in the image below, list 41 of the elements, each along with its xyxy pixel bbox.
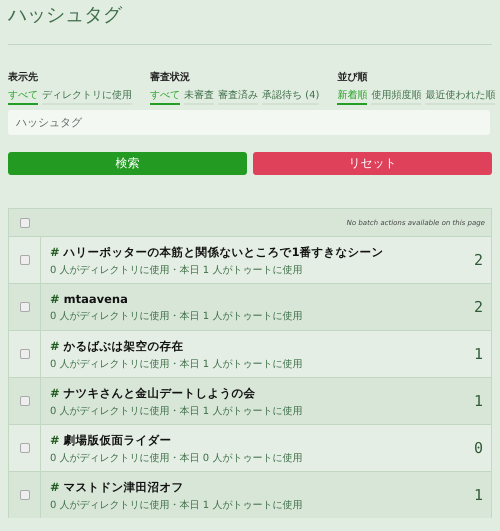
filter-link[interactable]: 未審査: [184, 88, 214, 105]
filter-link[interactable]: 使用頻度順: [371, 88, 422, 105]
hashtag-name[interactable]: # ハリーポッターの本筋と関係ないところで1番すきなシーン: [50, 245, 458, 260]
hashtag-name[interactable]: # 劇場版仮面ライダー: [50, 433, 458, 448]
usage-stats: 0 人がディレクトリに使用・本日 1 人がトゥートに使用: [50, 264, 304, 277]
filter-label: 並び順: [337, 70, 368, 84]
row-checkbox[interactable]: [20, 396, 30, 406]
row-checkbox[interactable]: [20, 443, 30, 453]
row-checkbox[interactable]: [20, 490, 30, 500]
filter-label: 審査状況: [150, 70, 191, 84]
hashtag-name[interactable]: # ナツキさんと金山デートしようの会: [50, 386, 458, 401]
usage-stats: 0 人がディレクトリに使用・本日 1 人がトゥートに使用: [50, 358, 304, 371]
usage-stats: 0 人がディレクトリに使用・本日 0 人がトゥートに使用: [50, 452, 304, 465]
search-field[interactable]: ハッシュタグ: [8, 110, 490, 135]
hashtag-name[interactable]: # mtaavena: [50, 292, 458, 306]
usage-count: 1: [472, 391, 484, 412]
filter-link[interactable]: すべて: [8, 88, 38, 105]
select-all-checkbox[interactable]: [20, 218, 30, 228]
row-checkbox[interactable]: [20, 302, 30, 312]
usage-count: 2: [472, 297, 484, 318]
search-button[interactable]: 検索: [8, 152, 247, 175]
usage-count: 1: [472, 485, 484, 506]
usage-stats: 0 人がディレクトリに使用・本日 1 人がトゥートに使用: [50, 498, 304, 512]
filter-link[interactable]: 審査済み: [218, 88, 258, 105]
filter-link[interactable]: ディレクトリに使用: [42, 88, 132, 105]
row-checkbox[interactable]: [20, 349, 30, 359]
hashtag-name[interactable]: # マストドン津田沼オフ: [50, 480, 458, 495]
hashtag-name[interactable]: # かるばぶは架空の存在: [50, 339, 458, 354]
usage-count: 2: [472, 250, 484, 271]
reset-button[interactable]: リセット: [253, 152, 492, 175]
usage-count: 0: [472, 438, 484, 459]
usage-stats: 0 人がディレクトリに使用・本日 1 人がトゥートに使用: [50, 404, 304, 418]
filter-link[interactable]: 最近使われた順: [425, 88, 496, 105]
filter-link[interactable]: 新着順: [337, 88, 368, 105]
filter-label: 表示先: [8, 70, 39, 84]
usage-stats: 0 人がディレクトリに使用・本日 1 人がトゥートに使用: [50, 310, 304, 323]
filter-link[interactable]: すべて: [150, 88, 180, 105]
usage-count: 1: [472, 344, 484, 365]
row-checkbox[interactable]: [20, 255, 30, 265]
filter-link[interactable]: 承認待ち (4): [262, 88, 320, 105]
page-title: ハッシュタグ: [7, 3, 124, 28]
